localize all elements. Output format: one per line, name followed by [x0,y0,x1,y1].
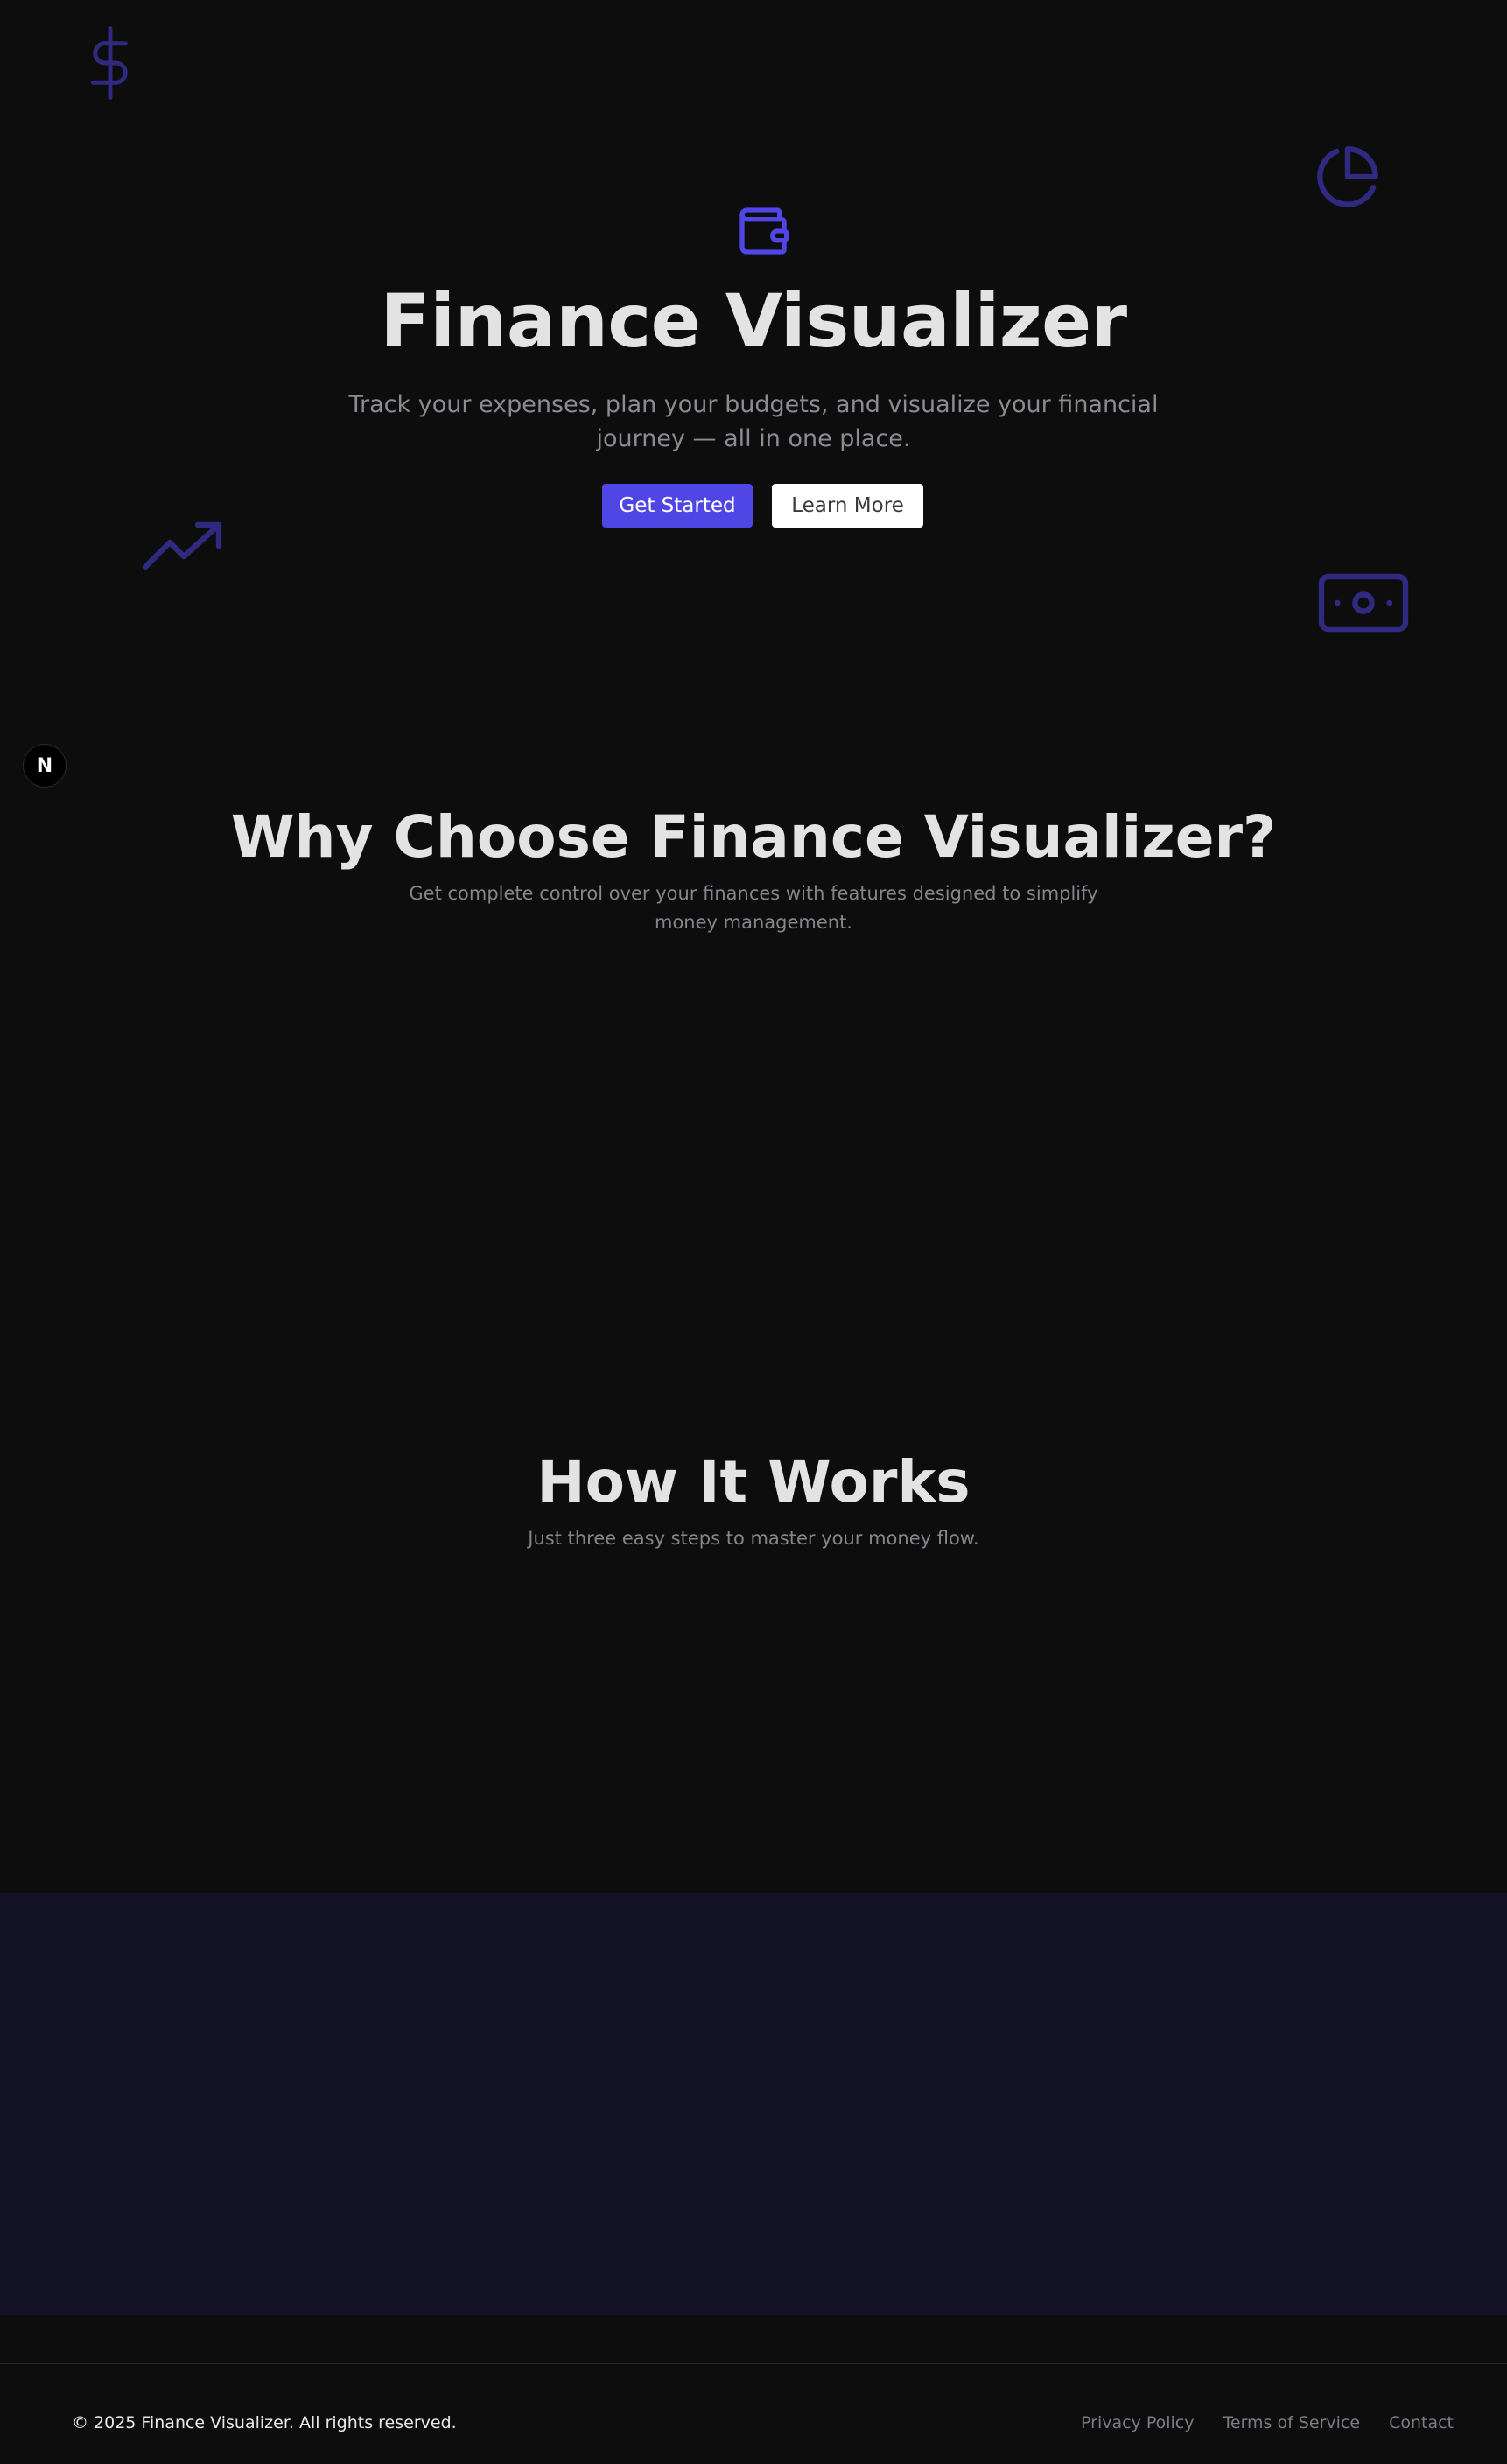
hero-subtitle: Track your expenses, plan your budgets, … [348,391,1159,452]
footer: © 2025 Finance Visualizer. All rights re… [0,2363,1507,2464]
hero-section: Finance Visualizer Track your expenses, … [0,0,1507,682]
hero-title: Finance Visualizer [380,278,1127,364]
copyright-text: © 2025 Finance Visualizer. All rights re… [72,2413,457,2432]
banknote-icon [1318,573,1409,633]
cta-band [0,1893,1507,2315]
learn-more-button[interactable]: Learn More [772,484,923,528]
dollar-icon [84,26,137,100]
features-subtitle: Get complete control over your finances … [409,883,1098,933]
pie-chart-icon [1314,144,1381,210]
footer-links: Privacy Policy Terms of Service Contact [1081,2413,1454,2432]
trending-up-icon [142,522,226,570]
privacy-policy-link[interactable]: Privacy Policy [1081,2413,1194,2432]
contact-link[interactable]: Contact [1389,2413,1454,2432]
get-started-button[interactable]: Get Started [602,484,753,528]
hero-actions: Get Started Learn More [0,484,1507,528]
wallet-icon [735,203,791,259]
terms-of-service-link[interactable]: Terms of Service [1223,2413,1361,2432]
how-it-works-subtitle: Just three easy steps to master your mon… [528,1528,979,1549]
features-title: Why Choose Finance Visualizer? [230,803,1277,871]
how-it-works-title: How It Works [536,1448,971,1516]
n-badge-button[interactable]: N [24,745,66,787]
